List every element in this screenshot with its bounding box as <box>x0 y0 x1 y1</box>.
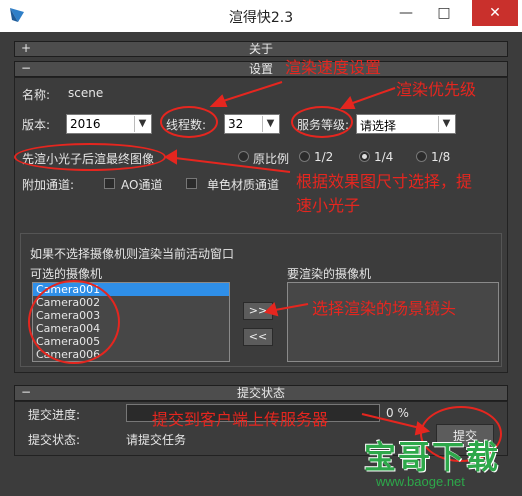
annotation-size-2: 速小光子 <box>296 196 361 215</box>
arrow-head <box>164 149 177 165</box>
annotation-size: 根据效果图尺寸选择，提 <box>296 172 473 191</box>
arrow-head <box>339 96 356 109</box>
threads-highlight <box>160 106 218 138</box>
service-highlight <box>291 106 353 138</box>
arrow-head <box>209 94 228 107</box>
camera-list-highlight <box>28 280 120 364</box>
annotation-upload: 提交到客户端上传服务器 <box>152 410 329 429</box>
render-mode-highlight <box>14 143 166 171</box>
watermark: 宝哥下载 www.baoge.net <box>360 430 522 496</box>
annotation-priority: 渲染优先级 <box>396 80 477 99</box>
annotation-camera: 选择渲染的场景镜头 <box>312 299 457 318</box>
arrow-head <box>264 302 279 317</box>
watermark-logo: 宝哥下载 <box>364 438 501 476</box>
annotation-speed: 渲染速度设置 <box>285 58 382 77</box>
watermark-url: www.baoge.net <box>376 474 465 489</box>
